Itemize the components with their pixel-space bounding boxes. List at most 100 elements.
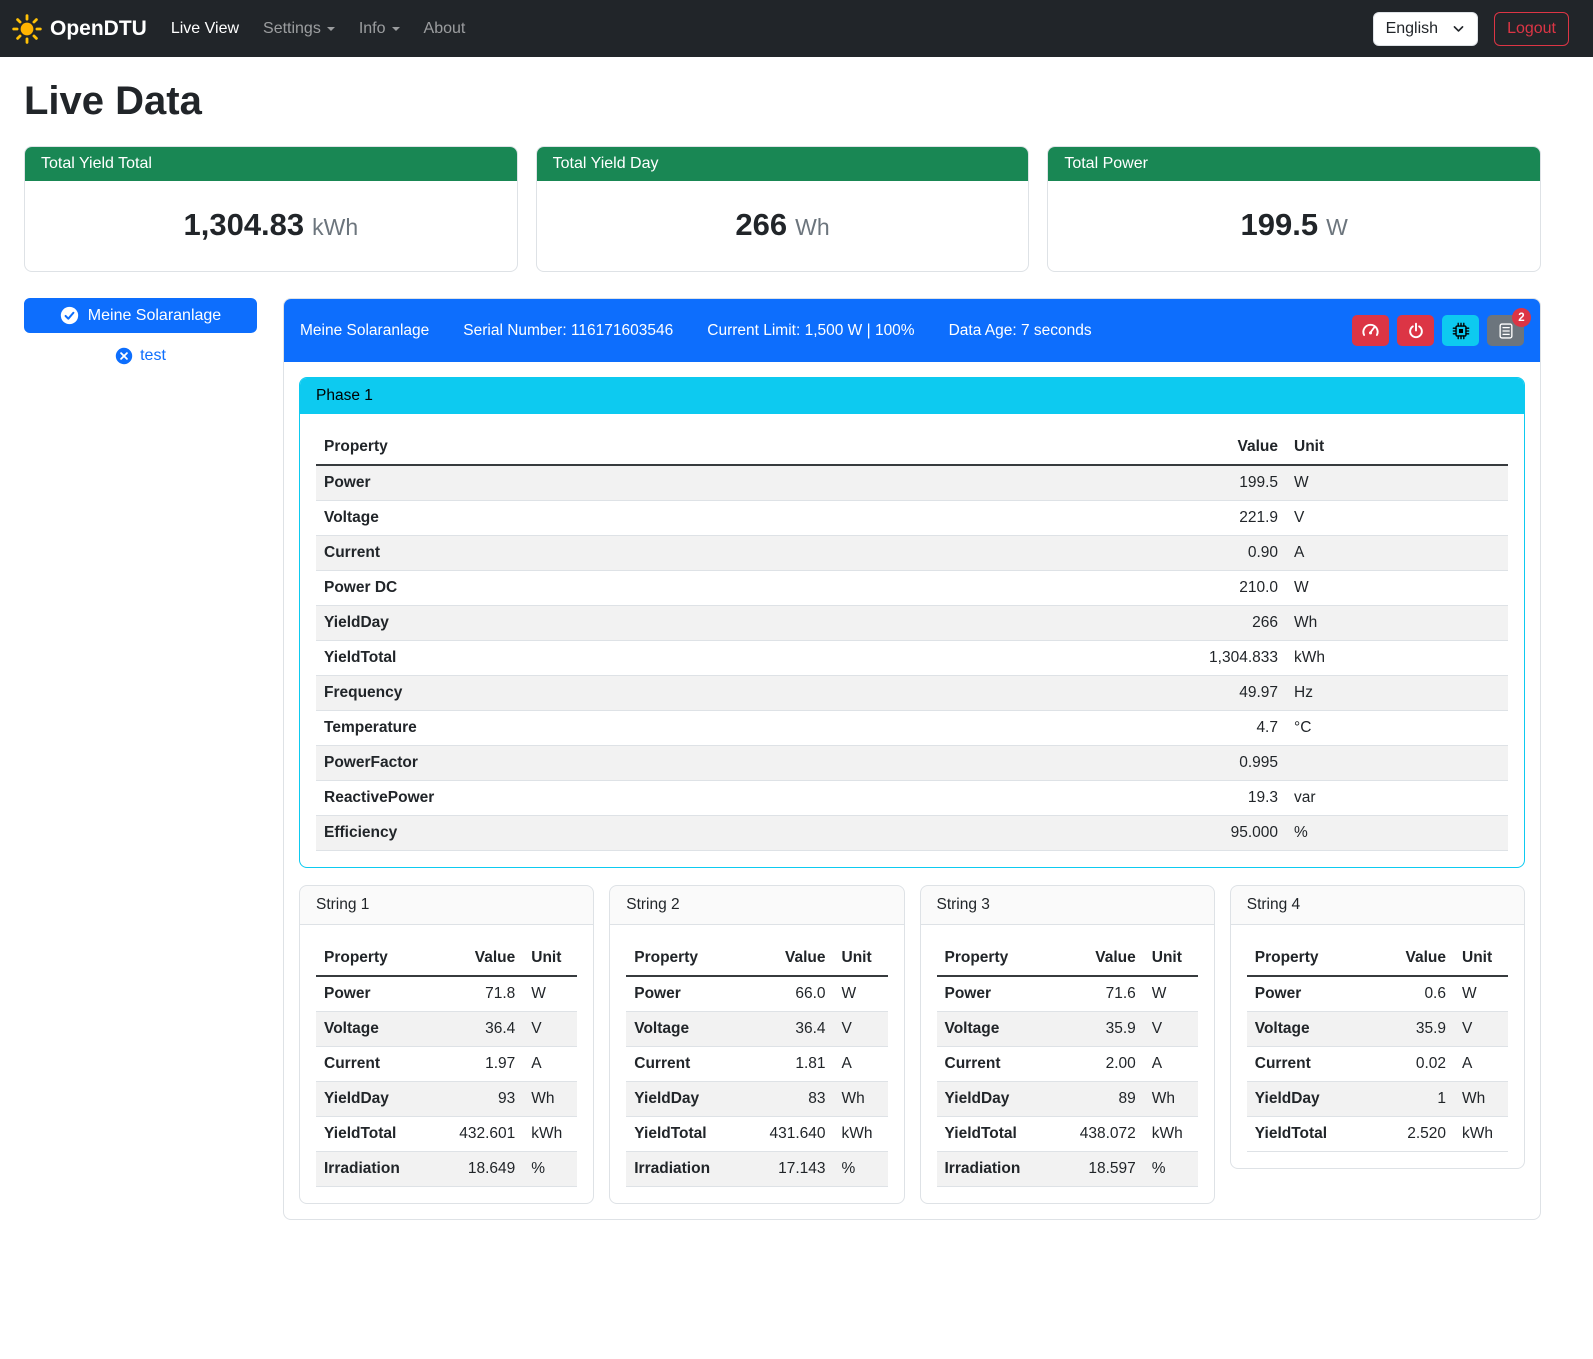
- table-row: Current1.81A: [626, 1047, 887, 1082]
- nav-item-live-view[interactable]: Live View: [159, 12, 251, 46]
- unit-cell: kWh: [1144, 1117, 1198, 1152]
- property-column-header: Property: [316, 941, 441, 976]
- table-row: Voltage36.4V: [626, 1012, 887, 1047]
- property-cell: YieldTotal: [626, 1117, 751, 1152]
- unit-cell: W: [1454, 976, 1508, 1012]
- chevron-down-icon: [327, 27, 335, 31]
- value-cell: 2.520: [1372, 1117, 1454, 1152]
- value-cell: 199.5: [1146, 465, 1286, 501]
- unit-cell: kWh: [1454, 1117, 1508, 1152]
- unit-cell: Wh: [1286, 606, 1508, 641]
- property-column-header: Property: [316, 430, 1146, 465]
- event-log-button[interactable]: 2: [1487, 315, 1524, 346]
- limit-settings-button[interactable]: [1352, 315, 1389, 346]
- unit-cell: %: [834, 1152, 888, 1187]
- brand[interactable]: OpenDTU: [12, 14, 147, 44]
- device-info-button[interactable]: [1442, 315, 1479, 346]
- unit-cell: var: [1286, 781, 1508, 816]
- property-column-header: Property: [626, 941, 751, 976]
- value-column-header: Value: [1062, 941, 1144, 976]
- summary-card-value: 199.5: [1241, 207, 1319, 242]
- unit-cell: V: [1144, 1012, 1198, 1047]
- table-row: ReactivePower19.3var: [316, 781, 1508, 816]
- string-table-body: Power0.6WVoltage35.9VCurrent0.02AYieldDa…: [1247, 976, 1508, 1152]
- inverter-panel: Meine Solaranlage Serial Number: 1161716…: [283, 298, 1541, 1220]
- value-column-header: Value: [441, 941, 523, 976]
- property-cell: Irradiation: [316, 1152, 441, 1187]
- string-card-3: String 3 Property Value Unit: [920, 885, 1215, 1204]
- property-cell: Frequency: [316, 676, 1146, 711]
- inverter-data-age: Data Age: 7 seconds: [949, 322, 1092, 340]
- value-column-header: Value: [752, 941, 834, 976]
- string-table: Property Value Unit Power71.8WVoltage36.…: [316, 941, 577, 1187]
- value-cell: 49.97: [1146, 676, 1286, 711]
- logout-button[interactable]: Logout: [1494, 12, 1569, 46]
- table-row: Current0.90A: [316, 536, 1508, 571]
- summary-card-total-yield-day: Total Yield Day 266Wh: [536, 146, 1030, 272]
- table-row: YieldDay266Wh: [316, 606, 1508, 641]
- value-cell: 0.90: [1146, 536, 1286, 571]
- nav-item-about[interactable]: About: [412, 12, 478, 46]
- unit-cell: %: [523, 1152, 577, 1187]
- property-cell: YieldTotal: [1247, 1117, 1372, 1152]
- inverter-select-button[interactable]: Meine Solaranlage: [24, 298, 257, 333]
- value-cell: 35.9: [1062, 1012, 1144, 1047]
- property-cell: Current: [1247, 1047, 1372, 1082]
- table-row: Irradiation18.649%: [316, 1152, 577, 1187]
- unit-cell: A: [1144, 1047, 1198, 1082]
- table-row: YieldTotal432.601kWh: [316, 1117, 577, 1152]
- value-cell: 17.143: [752, 1152, 834, 1187]
- journal-icon: [1497, 322, 1515, 340]
- table-row: YieldTotal1,304.833kWh: [316, 641, 1508, 676]
- page-title: Live Data: [24, 79, 1541, 124]
- nav-item-label: Settings: [263, 20, 321, 38]
- string-card-2: String 2 Property Value Unit: [609, 885, 904, 1204]
- inverter-name: Meine Solaranlage: [300, 322, 429, 340]
- property-cell: Voltage: [316, 1012, 441, 1047]
- inverter-serial: Serial Number: 116171603546: [463, 322, 673, 340]
- unit-cell: [1286, 746, 1508, 781]
- property-cell: Current: [937, 1047, 1062, 1082]
- unit-cell: Wh: [523, 1082, 577, 1117]
- inverter-item-test[interactable]: test: [24, 346, 257, 366]
- x-circle-icon: [115, 347, 133, 365]
- property-cell: Voltage: [937, 1012, 1062, 1047]
- unit-cell: Wh: [1144, 1082, 1198, 1117]
- string-card-title: String 3: [921, 886, 1214, 925]
- table-row: Power66.0W: [626, 976, 887, 1012]
- unit-cell: V: [523, 1012, 577, 1047]
- value-cell: 1: [1372, 1082, 1454, 1117]
- nav-item-label: Live View: [171, 20, 239, 38]
- property-cell: Power: [316, 976, 441, 1012]
- power-settings-button[interactable]: [1397, 315, 1434, 346]
- string-table: Property Value Unit Power0.6WVoltage35.9…: [1247, 941, 1508, 1152]
- nav-item-info[interactable]: Info: [347, 12, 412, 46]
- unit-cell: °C: [1286, 711, 1508, 746]
- summary-card-unit: W: [1326, 214, 1348, 240]
- language-select[interactable]: English: [1373, 12, 1478, 46]
- table-row: Temperature4.7°C: [316, 711, 1508, 746]
- value-cell: 95.000: [1146, 816, 1286, 851]
- table-row: YieldDay89Wh: [937, 1082, 1198, 1117]
- unit-cell: kWh: [523, 1117, 577, 1152]
- table-row: Frequency49.97Hz: [316, 676, 1508, 711]
- inverter-panel-header: Meine Solaranlage Serial Number: 1161716…: [284, 299, 1540, 362]
- string-table: Property Value Unit Power66.0WVoltage36.…: [626, 941, 887, 1187]
- value-cell: 83: [752, 1082, 834, 1117]
- value-cell: 18.649: [441, 1152, 523, 1187]
- unit-cell: A: [523, 1047, 577, 1082]
- property-cell: Efficiency: [316, 816, 1146, 851]
- nav-item-settings[interactable]: Settings: [251, 12, 347, 46]
- unit-cell: W: [1286, 465, 1508, 501]
- unit-cell: %: [1144, 1152, 1198, 1187]
- value-cell: 18.597: [1062, 1152, 1144, 1187]
- table-header-row: Property Value Unit: [626, 941, 887, 976]
- inverter-test-label: test: [140, 347, 166, 365]
- chevron-down-icon: [1452, 22, 1465, 35]
- unit-cell: V: [834, 1012, 888, 1047]
- navbar: OpenDTU Live View Settings Info About En…: [0, 0, 1593, 57]
- unit-cell: kWh: [834, 1117, 888, 1152]
- summary-card-unit: kWh: [312, 214, 358, 240]
- string-card-body: Property Value Unit Power71.8WVoltage36.…: [300, 925, 593, 1203]
- property-cell: ReactivePower: [316, 781, 1146, 816]
